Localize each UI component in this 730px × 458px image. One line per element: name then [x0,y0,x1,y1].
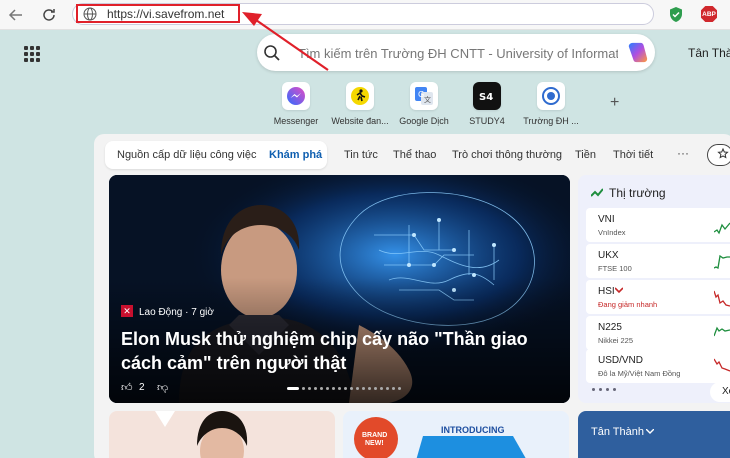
tab-news[interactable]: Tin tức [344,149,378,161]
chevron-down-icon[interactable] [646,429,654,435]
back-arrow-icon [8,9,22,21]
star-icon [717,147,729,159]
personalize-button[interactable] [707,144,730,166]
svg-text:文: 文 [424,95,431,104]
sparkline-icon [714,222,730,235]
quick-link-messenger[interactable]: Messenger [260,82,332,126]
abp-label: ABP [702,10,716,18]
market-name: N225 [598,322,622,333]
quick-link-label: Trường ĐH ... [523,116,579,126]
study4-icon: S4 [473,82,501,110]
runner-icon [346,82,374,110]
sparkline-icon [714,254,730,269]
market-sub: Đô la Mỹ/Việt Nam Đồng [598,369,681,378]
promo-card[interactable]: INTRODUCING BRAND NEW! [343,411,569,458]
quick-link-website[interactable]: Website đan... [324,82,396,126]
market-sub: Nikkei 225 [598,336,634,345]
promo-text: INTRODUCING [441,425,505,435]
hero-source: Lao Động · 7 giờ [139,307,214,318]
quick-link-study4[interactable]: S4 STUDY4 [451,82,523,126]
market-name: UKX [598,250,619,261]
tab-work-feed[interactable]: Nguồn cấp dữ liệu công việc [117,149,256,161]
market-name: HSI [598,286,615,297]
promo-badge-2: NEW! [365,440,384,447]
svg-text:S4: S4 [479,92,493,103]
copilot-icon[interactable] [626,41,649,64]
news-card[interactable] [109,411,335,458]
quick-link-uit[interactable]: Trường ĐH ... [515,82,587,126]
sparkline-icon [714,290,730,307]
more-tabs-button[interactable]: ··· [677,146,689,160]
lao-dong-logo: ✕ [121,305,133,317]
shield-extension-icon[interactable] [668,6,684,23]
sparkline-icon [714,326,730,337]
market-trend-icon [591,188,603,197]
dislike-icon[interactable]: 👎︎ [157,381,168,394]
add-shortcut-icon[interactable]: + [610,94,619,112]
messenger-icon [282,82,310,110]
refresh-icon [43,9,55,21]
weather-location: Tân Thành [591,426,645,438]
down-arrow-icon [615,287,623,294]
promo-image: INTRODUCING BRAND NEW! [354,417,526,458]
quick-link-label: STUDY4 [469,116,505,126]
tab-casual-games[interactable]: Trò chơi thông thường [452,149,562,161]
search-input[interactable]: Tìm kiếm trên Trường ĐH CNTT - Universit… [298,46,618,61]
uit-icon [537,82,565,110]
tab-money[interactable]: Tiền [575,149,596,161]
profile-name[interactable]: Tân Thành [688,46,730,60]
market-sub: VnIndex [598,228,626,237]
back-button[interactable] [6,5,26,25]
tab-weather[interactable]: Thời tiết [613,149,653,161]
tab-sports[interactable]: Thể thao [393,149,436,161]
quick-link-label: Google Dịch [399,116,449,126]
tab-discover[interactable]: Khám phá [269,149,322,161]
google-translate-icon: G文 [410,82,438,110]
promo-badge: BRAND [362,432,387,439]
market-carousel-dots[interactable] [592,388,616,391]
see-more-button[interactable]: Xe [710,382,730,402]
market-name: USD/VND [598,355,644,366]
hero-title[interactable]: Elon Musk thử nghiệm chip cấy não "Thần … [121,327,561,375]
url-highlight-box [76,4,240,23]
search-icon [264,45,280,61]
apps-grid-icon[interactable] [24,46,40,62]
market-sub: Đang giảm nhanh [598,300,658,309]
like-icon[interactable]: 👍︎ [121,381,133,394]
like-count: 2 [139,382,145,393]
quick-link-label: Website đan... [331,116,389,126]
quick-link-google-translate[interactable]: G文 Google Dịch [388,82,460,126]
refresh-button[interactable] [39,5,59,25]
quick-link-label: Messenger [273,116,319,126]
carousel-dots[interactable] [287,387,401,390]
sparkline-icon [714,358,730,372]
market-sub: FTSE 100 [598,264,632,273]
card-image [155,411,248,458]
market-name: VNI [598,214,615,225]
market-title: Thị trường [609,186,666,200]
